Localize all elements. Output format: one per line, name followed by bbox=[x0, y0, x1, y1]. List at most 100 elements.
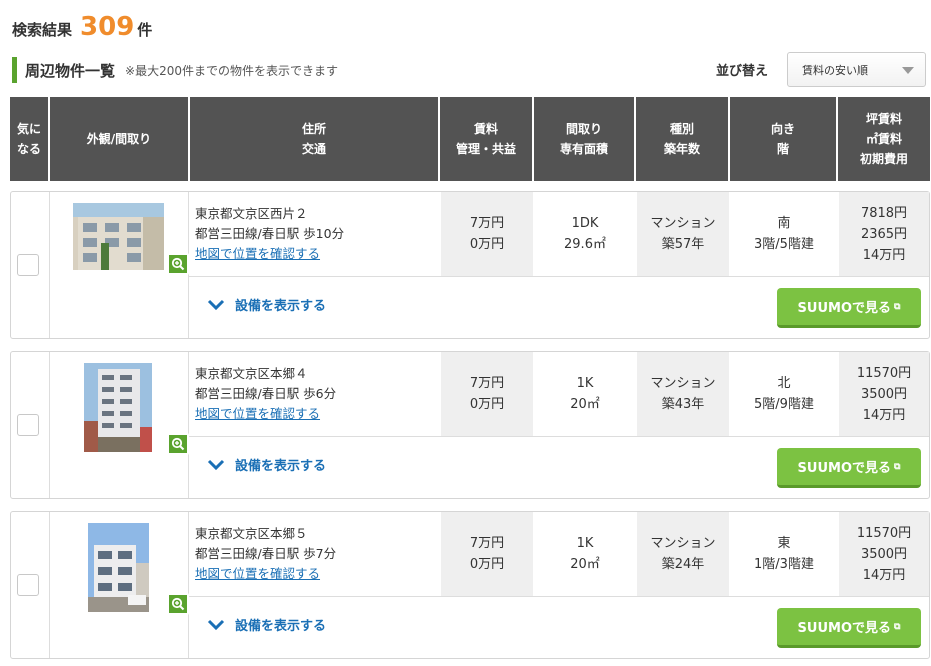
show-equipment-toggle[interactable]: 設備を表示する bbox=[207, 615, 326, 634]
table-header: 気に なる 外観/間取り 住所 交通 賃料 管理・共益 間取り 専有面積 種別 … bbox=[10, 97, 930, 181]
property-address: 東京都文京区本郷５ bbox=[195, 526, 308, 541]
fee-value: 0万円 bbox=[469, 397, 505, 412]
th-tsubo-line2: ㎡賃料 bbox=[865, 132, 902, 146]
show-equipment-toggle[interactable]: 設備を表示する bbox=[207, 455, 326, 474]
map-link[interactable]: 地図で位置を確認する bbox=[195, 244, 344, 264]
floor-value: 3階/5階建 bbox=[754, 237, 814, 252]
show-equipment-label: 設備を表示する bbox=[235, 459, 327, 474]
fee-value: 0万円 bbox=[469, 237, 505, 252]
property-photo[interactable] bbox=[73, 203, 164, 270]
th-address: 住所 交通 bbox=[190, 97, 438, 181]
show-equipment-toggle[interactable]: 設備を表示する bbox=[207, 295, 326, 314]
property-photo[interactable] bbox=[88, 523, 149, 612]
th-type: 種別 築年数 bbox=[636, 97, 728, 181]
property-address-block: 東京都文京区本郷４ 都営三田線/春日駅 歩6分 地図で位置を確認する bbox=[195, 364, 336, 424]
rent-cell: 7万円 0万円 bbox=[441, 352, 533, 436]
initial-value: 14万円 bbox=[862, 247, 906, 263]
fav-checkbox[interactable] bbox=[17, 414, 39, 436]
property-address-block: 東京都文京区本郷５ 都営三田線/春日駅 歩7分 地図で位置を確認する bbox=[195, 524, 336, 584]
list-title: 周辺物件一覧 bbox=[25, 61, 116, 80]
property-photo[interactable] bbox=[84, 363, 152, 452]
map-link[interactable]: 地図で位置を確認する bbox=[195, 564, 336, 584]
section-bar bbox=[12, 57, 17, 83]
fav-column bbox=[11, 512, 50, 658]
th-direction-line2: 階 bbox=[776, 142, 789, 156]
kind-value: マンション bbox=[650, 536, 716, 551]
suumo-button[interactable]: SUUMOで見る ⧉ bbox=[777, 288, 921, 328]
sqm-value: 2365円 bbox=[860, 226, 908, 242]
result-count-unit: 件 bbox=[137, 21, 153, 39]
age-value: 築57年 bbox=[661, 237, 705, 252]
suumo-button[interactable]: SUUMOで見る ⧉ bbox=[777, 448, 921, 488]
sort-select[interactable]: 賃料の安い順 bbox=[787, 52, 926, 87]
th-address-line1: 住所 bbox=[301, 122, 326, 136]
type-cell: マンション 築43年 bbox=[637, 352, 729, 436]
sort-label: 並び替え bbox=[716, 64, 769, 79]
direction-cell: 南 3階/5階建 bbox=[731, 192, 837, 276]
show-equipment-label: 設備を表示する bbox=[235, 299, 327, 314]
initial-value: 14万円 bbox=[862, 567, 906, 583]
age-value: 築43年 bbox=[661, 397, 705, 412]
dir-value: 南 bbox=[777, 216, 791, 231]
rent-value: 7万円 bbox=[469, 376, 505, 391]
madori-value: 1K bbox=[576, 536, 594, 551]
tsubo-value: 7818円 bbox=[860, 205, 908, 221]
tsubo-value: 11570円 bbox=[856, 525, 912, 541]
area-value: 20㎡ bbox=[570, 557, 600, 572]
th-photo: 外観/間取り bbox=[50, 97, 188, 181]
zoom-icon[interactable] bbox=[167, 593, 189, 615]
photo-column bbox=[51, 352, 189, 498]
direction-cell: 東 1階/3階建 bbox=[731, 512, 837, 596]
th-rent: 賃料 管理・共益 bbox=[440, 97, 532, 181]
rent-value: 7万円 bbox=[469, 536, 505, 551]
show-equipment-label: 設備を表示する bbox=[235, 619, 327, 634]
suumo-button-label: SUUMOで見る bbox=[797, 301, 892, 316]
list-header: 周辺物件一覧 ※最大200件までの物件を表示できます bbox=[12, 57, 338, 83]
fav-checkbox[interactable] bbox=[17, 574, 39, 596]
suumo-button[interactable]: SUUMOで見る ⧉ bbox=[777, 608, 921, 648]
zoom-icon[interactable] bbox=[167, 253, 189, 275]
fav-column bbox=[11, 192, 50, 338]
tsubo-value: 11570円 bbox=[856, 365, 912, 381]
th-type-line1: 種別 bbox=[669, 122, 694, 136]
th-photo-line1: 外観/間取り bbox=[86, 132, 152, 146]
property-row: 東京都文京区本郷４ 都営三田線/春日駅 歩6分 地図で位置を確認する 7万円 0… bbox=[10, 351, 930, 499]
area-value: 20㎡ bbox=[570, 397, 600, 412]
th-fav-line2: なる bbox=[16, 142, 41, 156]
chevron-down-icon bbox=[207, 459, 225, 470]
th-direction-line1: 向き bbox=[770, 122, 795, 136]
property-address-block: 東京都文京区西片２ 都営三田線/春日駅 歩10分 地図で位置を確認する bbox=[195, 204, 344, 264]
zoom-icon[interactable] bbox=[167, 433, 189, 455]
tsubo-cell: 11570円 3500円 14万円 bbox=[839, 352, 929, 436]
floor-value: 5階/9階建 bbox=[754, 397, 814, 412]
th-tsubo: 坪賃料 ㎡賃料 初期費用 bbox=[838, 97, 930, 181]
property-address: 東京都文京区本郷４ bbox=[195, 366, 308, 381]
madori-value: 1K bbox=[576, 376, 594, 391]
result-count-number: 309 bbox=[80, 12, 135, 42]
th-rent-line2: 管理・共益 bbox=[455, 142, 516, 156]
th-address-line2: 交通 bbox=[301, 142, 326, 156]
chevron-down-icon bbox=[207, 619, 225, 630]
area-value: 29.6㎡ bbox=[564, 237, 606, 252]
property-access: 都営三田線/春日駅 歩10分 bbox=[195, 226, 345, 241]
initial-value: 14万円 bbox=[862, 407, 906, 423]
kind-value: マンション bbox=[650, 216, 716, 231]
th-tsubo-line3: 初期費用 bbox=[859, 152, 908, 166]
tsubo-cell: 7818円 2365円 14万円 bbox=[839, 192, 929, 276]
dir-value: 北 bbox=[777, 376, 791, 391]
th-tsubo-line1: 坪賃料 bbox=[865, 112, 902, 126]
th-fav: 気に なる bbox=[10, 97, 48, 181]
fav-column bbox=[11, 352, 50, 498]
suumo-button-label: SUUMOで見る bbox=[797, 621, 892, 636]
fee-value: 0万円 bbox=[469, 557, 505, 572]
layout-cell: 1K 20㎡ bbox=[535, 512, 635, 596]
rent-cell: 7万円 0万円 bbox=[441, 512, 533, 596]
layout-cell: 1DK 29.6㎡ bbox=[535, 192, 635, 276]
photo-column bbox=[51, 512, 189, 658]
map-link[interactable]: 地図で位置を確認する bbox=[195, 404, 336, 424]
fav-checkbox[interactable] bbox=[17, 254, 39, 276]
result-count-label: 検索結果 bbox=[12, 21, 73, 39]
age-value: 築24年 bbox=[661, 557, 705, 572]
kind-value: マンション bbox=[650, 376, 716, 391]
row-divider bbox=[189, 596, 929, 597]
